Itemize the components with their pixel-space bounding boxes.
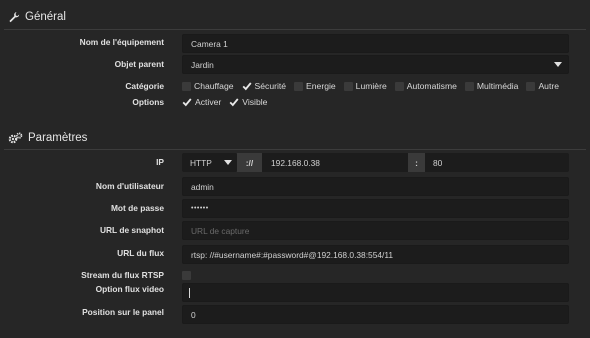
- checkmark-icon: [182, 98, 192, 107]
- snapshot-url-label: URL de snaphot: [99, 225, 164, 235]
- video-option-label: Option flux video: [95, 284, 164, 294]
- category-checkbox-6[interactable]: Autre: [526, 81, 559, 91]
- scheme-separator: ://: [237, 153, 262, 172]
- rtsp-stream-checkbox[interactable]: [182, 271, 191, 280]
- port-separator: :: [408, 153, 425, 172]
- parent-object-select[interactable]: Jardin: [182, 55, 569, 74]
- section-general-label: Général: [25, 11, 66, 23]
- username-value: admin: [191, 181, 214, 192]
- port-value: 80: [433, 157, 443, 168]
- equipment-name-label: Nom de l'équipement: [79, 37, 164, 47]
- password-value: ••••••: [191, 205, 209, 212]
- category-checkbox-label: Multimédia: [476, 81, 519, 91]
- snapshot-url-input[interactable]: URL de capture: [182, 221, 569, 240]
- ip-input[interactable]: 192.168.0.38: [262, 153, 408, 172]
- chevron-down-icon: [224, 160, 232, 165]
- checkmark-icon: [242, 82, 252, 91]
- scheme-separator-text: ://: [245, 157, 254, 168]
- general-divider: [4, 29, 586, 30]
- parent-object-value: Jardin: [191, 59, 214, 70]
- category-checkbox-label: Autre: [538, 81, 559, 91]
- category-label: Catégorie: [125, 81, 164, 91]
- category-checkbox-1[interactable]: Sécurité: [242, 81, 287, 91]
- port-input[interactable]: 80: [425, 153, 569, 172]
- options-label: Options: [132, 97, 164, 107]
- checkbox-box: [394, 81, 404, 91]
- port-separator-text: :: [415, 157, 418, 168]
- checkbox-box: [182, 81, 191, 91]
- gears-icon: [8, 132, 23, 144]
- section-general-title: Général: [8, 11, 66, 23]
- stream-url-input[interactable]: rtsp: //#username#:#password#@192.168.0.…: [182, 245, 569, 264]
- section-params-label: Paramètres: [28, 132, 88, 144]
- username-input[interactable]: admin: [182, 177, 569, 196]
- checkmark-icon: [229, 98, 239, 107]
- category-checkbox-5[interactable]: Multimédia: [464, 81, 519, 91]
- parent-object-label: Objet parent: [114, 59, 164, 69]
- option-checkbox-0[interactable]: Activer: [182, 97, 221, 107]
- username-label: Nom d'utilisateur: [95, 181, 164, 191]
- category-checkbox-4[interactable]: Automatisme: [394, 81, 457, 91]
- password-input[interactable]: ••••••: [182, 199, 569, 218]
- section-params-title: Paramètres: [8, 132, 87, 144]
- ip-value: 192.168.0.38: [271, 157, 320, 168]
- checkbox-box: [343, 81, 353, 91]
- params-divider: [4, 149, 586, 150]
- category-checkbox-label: Automatisme: [406, 81, 457, 91]
- snapshot-url-placeholder: URL de capture: [191, 225, 250, 236]
- panel-position-value: 0: [191, 309, 196, 320]
- text-cursor: [189, 287, 190, 298]
- video-option-input[interactable]: [182, 283, 569, 302]
- category-checkbox-label: Energie: [306, 81, 336, 91]
- checkbox-box: [464, 81, 474, 91]
- stream-url-value: rtsp: //#username#:#password#@192.168.0.…: [191, 249, 394, 260]
- ip-label: IP: [156, 157, 164, 167]
- category-checkbox-2[interactable]: Energie: [294, 81, 336, 91]
- category-checkbox-label: Sécurité: [254, 81, 287, 91]
- rtsp-stream-label: Stream du flux RTSP: [81, 270, 164, 280]
- category-checkbox-3[interactable]: Lumière: [343, 81, 387, 91]
- category-checkbox-0[interactable]: Chauffage: [182, 81, 234, 91]
- checkbox-box: [526, 81, 536, 91]
- protocol-select[interactable]: HTTP: [182, 153, 237, 172]
- wrench-icon: [9, 12, 20, 23]
- panel-position-input[interactable]: 0: [182, 305, 569, 324]
- protocol-value: HTTP: [190, 157, 212, 168]
- chevron-down-icon: [554, 62, 562, 67]
- stream-url-label: URL du flux: [117, 248, 164, 258]
- password-label: Mot de passe: [110, 203, 164, 213]
- option-checkbox-1[interactable]: Visible: [229, 97, 267, 107]
- equipment-name-value: Camera 1: [191, 38, 228, 49]
- checkbox-box: [294, 81, 304, 91]
- option-checkbox-label: Activer: [195, 97, 222, 107]
- options-checkboxes: Activer Visible: [182, 97, 275, 107]
- category-checkbox-label: Chauffage: [194, 81, 234, 91]
- equipment-name-input[interactable]: Camera 1: [182, 34, 569, 53]
- option-checkbox-label: Visible: [242, 97, 268, 107]
- category-checkbox-label: Lumière: [355, 81, 387, 91]
- category-checkboxes: Chauffage Sécurité Energie Lumière Automatis…: [182, 81, 567, 91]
- panel-position-label: Position sur le panel: [82, 307, 164, 317]
